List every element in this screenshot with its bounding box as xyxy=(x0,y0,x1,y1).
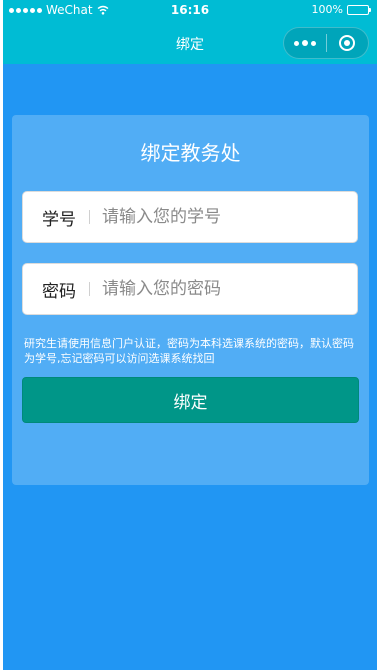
battery-percent: 100% xyxy=(311,3,343,16)
bind-button[interactable]: 绑定 xyxy=(22,377,359,423)
student-id-input[interactable] xyxy=(90,192,357,242)
password-label: 密码 xyxy=(42,281,76,302)
student-id-label: 学号 xyxy=(42,209,76,230)
password-input[interactable] xyxy=(90,264,357,314)
student-id-field: 学号 xyxy=(22,191,358,243)
login-hint: 研究生请使用信息门户认证，密码为本科选课系统的密码，默认密码为学号,忘记密码可以… xyxy=(24,337,354,365)
more-dots-icon[interactable] xyxy=(284,28,326,58)
status-bar: WeChat 16:16 100% xyxy=(3,0,377,22)
close-circle-icon[interactable] xyxy=(327,28,368,58)
nav-bar: 绑定 xyxy=(3,22,377,64)
password-field: 密码 xyxy=(22,263,358,315)
app-frame: WeChat 16:16 100% 绑定 绑定教务处 学号 请输入您的学号 密码… xyxy=(3,0,377,670)
status-right: 100% xyxy=(311,3,371,16)
bind-card: 绑定教务处 学号 密码 研究生请使用信息门户认证，密码为本科选课系统的密码，默认… xyxy=(12,115,369,485)
battery-icon xyxy=(347,4,371,15)
mini-program-capsule xyxy=(283,27,369,59)
card-title: 绑定教务处 xyxy=(140,141,241,165)
